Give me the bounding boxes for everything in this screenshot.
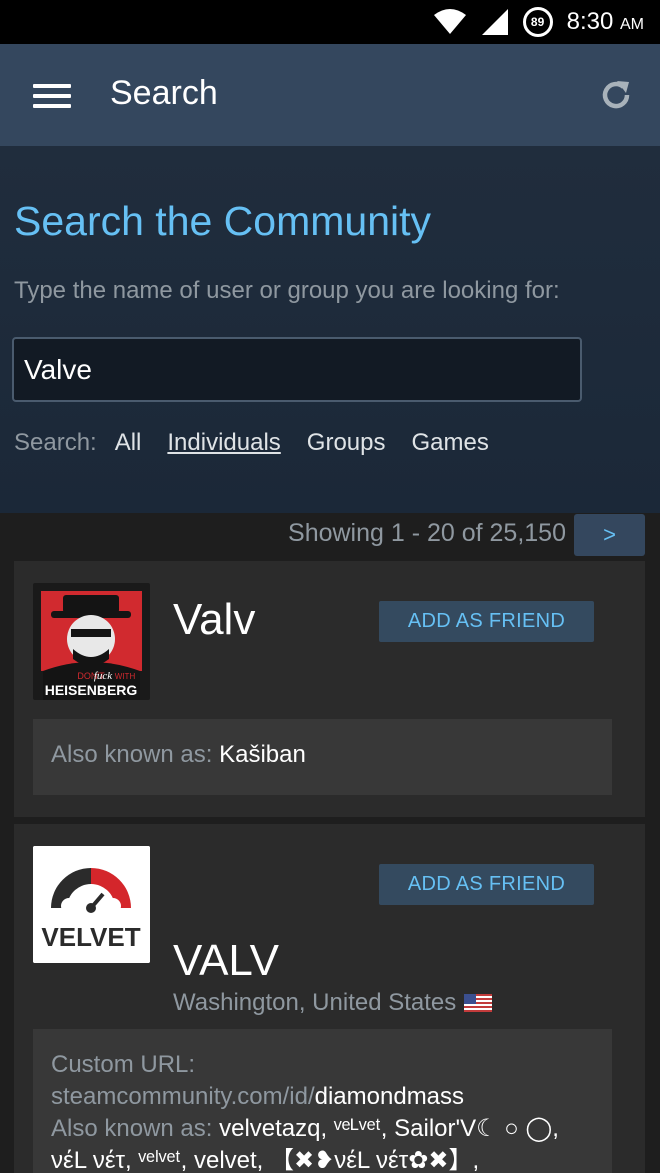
battery-saver-icon: 89 — [522, 7, 553, 37]
velvet-avatar-image: VELVET — [33, 846, 150, 963]
location-text: Washington, United States — [173, 989, 457, 1016]
aka-value-line2: νέL νέτ, ᵛᵉˡᵛᵉᵗ, velvet, 【✖❥νέL νέτ✿✖】, — [51, 1147, 480, 1173]
add-friend-button[interactable]: ADD AS FRIEND — [379, 601, 594, 642]
filter-all[interactable]: All — [115, 429, 142, 457]
result-card: VELVET ADD AS FRIEND VALV Washington, Un… — [14, 824, 645, 1173]
search-results: Showing 1 - 20 of 25,150 > DON'T fuck WI… — [0, 513, 660, 1173]
persona-name[interactable]: VALV — [173, 936, 279, 986]
avatar-text-2: fuck — [94, 670, 113, 682]
profile-details: Custom URL: steamcommunity.com/id/diamon… — [33, 1029, 612, 1173]
refresh-icon[interactable] — [598, 77, 634, 113]
next-page-button[interactable]: > — [574, 514, 645, 556]
clock-ampm: AM — [620, 16, 644, 33]
location: Washington, United States — [173, 989, 493, 1017]
results-count: Showing 1 - 20 of 25,150 — [288, 519, 566, 547]
clock-time: 8:30 — [566, 8, 614, 35]
app-bar: Search — [0, 44, 660, 146]
search-panel: Search the Community Type the name of us… — [0, 146, 660, 513]
heisenberg-avatar-image: DON'T fuck WITH HEISENBERG — [33, 583, 150, 700]
aka-label: Also known as: — [51, 741, 213, 768]
filter-individuals[interactable]: Individuals — [167, 429, 280, 457]
custom-url-prefix: steamcommunity.com/id/ — [51, 1083, 315, 1110]
also-known-as: Also known as: velvetazq, ᵛᵉᴸᵛᵉᵗ, Sailor… — [51, 1113, 594, 1145]
search-heading: Search the Community — [14, 198, 432, 244]
result-card: DON'T fuck WITH HEISENBERG Valv ADD AS F… — [14, 561, 645, 817]
wifi-icon — [433, 9, 466, 34]
status-bar: 89 8:30 AM — [0, 0, 660, 44]
search-hint: Type the name of user or group you are l… — [14, 277, 560, 304]
custom-url-label: Custom URL: — [51, 1051, 196, 1078]
aka-label: Also known as: — [51, 1115, 213, 1142]
avatar-text-4: HEISENBERG — [45, 682, 138, 698]
persona-name[interactable]: Valv — [173, 595, 255, 645]
also-known-as: Also known as: Kašiban — [33, 719, 612, 795]
filter-groups[interactable]: Groups — [307, 429, 386, 457]
filter-games[interactable]: Games — [412, 429, 489, 457]
app-bar-title: Search — [110, 74, 218, 112]
avatar-text-3: WITH — [115, 672, 136, 681]
avatar[interactable]: DON'T fuck WITH HEISENBERG — [33, 583, 150, 700]
custom-url-id: diamondmass — [314, 1083, 465, 1110]
us-flag-icon — [464, 994, 493, 1012]
search-input[interactable] — [12, 337, 582, 402]
search-filter-row: Search: All Individuals Groups Games — [14, 429, 515, 457]
clock: 8:30 AM — [567, 8, 644, 36]
add-friend-button[interactable]: ADD AS FRIEND — [379, 864, 594, 905]
filter-label: Search: — [14, 429, 97, 456]
aka-value: Kašiban — [219, 741, 306, 768]
hamburger-menu-icon[interactable] — [33, 84, 71, 108]
avatar[interactable]: VELVET — [33, 846, 150, 963]
avatar-wordmark: VELVET — [41, 922, 140, 952]
custom-url[interactable]: steamcommunity.com/id/diamondmass — [51, 1081, 594, 1113]
cell-signal-icon — [481, 9, 508, 35]
battery-level: 89 — [530, 15, 545, 29]
aka-value-line1: velvetazq, ᵛᵉᴸᵛᵉᵗ, Sailor'V☾ ○ ◯, — [219, 1115, 559, 1142]
